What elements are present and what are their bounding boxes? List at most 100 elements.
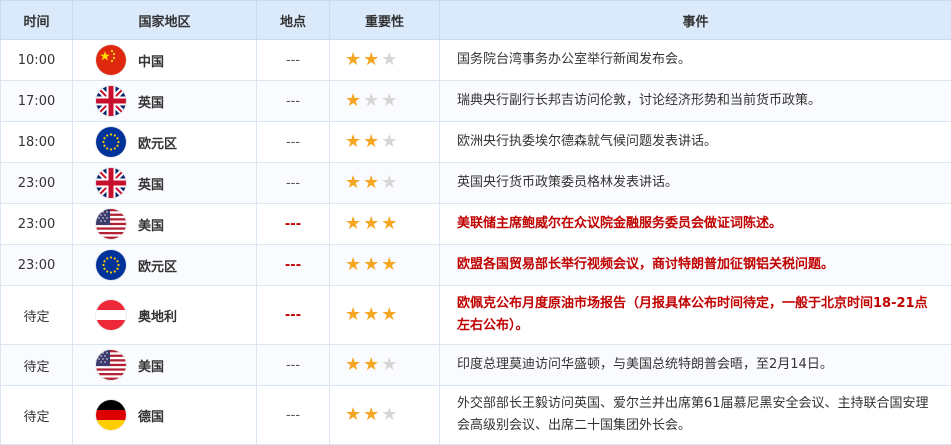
cell-time: 23:00 bbox=[1, 163, 73, 204]
star-filled-icon: ★ bbox=[381, 215, 397, 233]
star-filled-icon: ★ bbox=[363, 356, 379, 374]
table-row: 23:00 美国---★★★美联储主席鲍威尔在众议院金融服务委员会做证词陈述。 bbox=[1, 204, 951, 245]
header-region: 国家地区 bbox=[73, 1, 257, 40]
eu-flag-icon bbox=[96, 127, 126, 157]
china-flag-icon bbox=[96, 45, 126, 75]
cell-region: 美国 bbox=[73, 345, 257, 386]
star-empty-icon: ★ bbox=[381, 51, 397, 69]
star-filled-icon: ★ bbox=[363, 174, 379, 192]
star-filled-icon: ★ bbox=[363, 51, 379, 69]
star-filled-icon: ★ bbox=[345, 406, 361, 424]
header-event: 事件 bbox=[440, 1, 951, 40]
cell-event: 外交部部长王毅访问英国、爱尔兰并出席第61届慕尼黑安全会议、主持联合国安理会高级… bbox=[440, 386, 951, 445]
us-flag-icon bbox=[96, 350, 126, 380]
us-flag-icon bbox=[96, 209, 126, 239]
cell-event: 欧洲央行执委埃尔德森就气候问题发表讲话。 bbox=[440, 122, 951, 163]
cell-location: --- bbox=[257, 204, 330, 245]
cell-location: --- bbox=[257, 386, 330, 445]
cell-importance: ★★★ bbox=[330, 386, 440, 445]
cell-importance: ★★★ bbox=[330, 345, 440, 386]
cell-event: 英国央行货币政策委员格林发表讲话。 bbox=[440, 163, 951, 204]
cell-region: 美国 bbox=[73, 204, 257, 245]
star-filled-icon: ★ bbox=[345, 133, 361, 151]
table-header-row: 时间 国家地区 地点 重要性 事件 bbox=[1, 1, 951, 40]
uk-flag-icon bbox=[96, 86, 126, 116]
header-time: 时间 bbox=[1, 1, 73, 40]
cell-importance: ★★★ bbox=[330, 163, 440, 204]
star-filled-icon: ★ bbox=[381, 256, 397, 274]
table-row: 10:00 中国---★★★国务院台湾事务办公室举行新闻发布会。 bbox=[1, 40, 951, 81]
cell-location: --- bbox=[257, 345, 330, 386]
table-row: 待定 奥地利---★★★欧佩克公布月度原油市场报告（月报具体公布时间待定，一般于… bbox=[1, 286, 951, 345]
star-filled-icon: ★ bbox=[363, 256, 379, 274]
region-name: 英国 bbox=[138, 174, 164, 193]
star-filled-icon: ★ bbox=[363, 306, 379, 324]
header-location: 地点 bbox=[257, 1, 330, 40]
table-row: 23:00 英国---★★★英国央行货币政策委员格林发表讲话。 bbox=[1, 163, 951, 204]
region-name: 德国 bbox=[138, 406, 164, 425]
cell-time: 待定 bbox=[1, 286, 73, 345]
cell-time: 待定 bbox=[1, 345, 73, 386]
region-name: 英国 bbox=[138, 92, 164, 111]
cell-region: 欧元区 bbox=[73, 245, 257, 286]
star-filled-icon: ★ bbox=[381, 306, 397, 324]
star-filled-icon: ★ bbox=[345, 174, 361, 192]
cell-location: --- bbox=[257, 245, 330, 286]
eu-flag-icon bbox=[96, 250, 126, 280]
cell-event: 国务院台湾事务办公室举行新闻发布会。 bbox=[440, 40, 951, 81]
star-filled-icon: ★ bbox=[363, 133, 379, 151]
cell-importance: ★★★ bbox=[330, 245, 440, 286]
cell-importance: ★★★ bbox=[330, 204, 440, 245]
star-empty-icon: ★ bbox=[381, 356, 397, 374]
table-row: 待定 德国---★★★外交部部长王毅访问英国、爱尔兰并出席第61届慕尼黑安全会议… bbox=[1, 386, 951, 445]
star-filled-icon: ★ bbox=[345, 51, 361, 69]
star-empty-icon: ★ bbox=[381, 92, 397, 110]
cell-importance: ★★★ bbox=[330, 122, 440, 163]
table-row: 18:00 欧元区---★★★欧洲央行执委埃尔德森就气候问题发表讲话。 bbox=[1, 122, 951, 163]
cell-region: 中国 bbox=[73, 40, 257, 81]
star-empty-icon: ★ bbox=[381, 133, 397, 151]
table-row: 17:00 英国---★★★瑞典央行副行长邦吉访问伦敦，讨论经济形势和当前货币政… bbox=[1, 81, 951, 122]
star-filled-icon: ★ bbox=[363, 215, 379, 233]
cell-time: 待定 bbox=[1, 386, 73, 445]
cell-importance: ★★★ bbox=[330, 81, 440, 122]
star-filled-icon: ★ bbox=[345, 356, 361, 374]
cell-location: --- bbox=[257, 163, 330, 204]
cell-location: --- bbox=[257, 81, 330, 122]
cell-location: --- bbox=[257, 286, 330, 345]
table-row: 23:00 欧元区---★★★欧盟各国贸易部长举行视频会议，商讨特朗普加征钢铝关… bbox=[1, 245, 951, 286]
star-empty-icon: ★ bbox=[381, 174, 397, 192]
cell-region: 英国 bbox=[73, 81, 257, 122]
region-name: 欧元区 bbox=[138, 133, 177, 152]
cell-time: 18:00 bbox=[1, 122, 73, 163]
region-name: 欧元区 bbox=[138, 256, 177, 275]
cell-time: 17:00 bbox=[1, 81, 73, 122]
event-calendar-table: 时间 国家地区 地点 重要性 事件 10:00 中国---★★★国务院台湾事务办… bbox=[0, 0, 951, 445]
cell-time: 10:00 bbox=[1, 40, 73, 81]
cell-time: 23:00 bbox=[1, 204, 73, 245]
region-name: 中国 bbox=[138, 51, 164, 70]
cell-event: 印度总理莫迪访问华盛顿，与美国总统特朗普会晤，至2月14日。 bbox=[440, 345, 951, 386]
cell-region: 欧元区 bbox=[73, 122, 257, 163]
header-importance: 重要性 bbox=[330, 1, 440, 40]
star-filled-icon: ★ bbox=[363, 406, 379, 424]
cell-location: --- bbox=[257, 40, 330, 81]
region-name: 奥地利 bbox=[138, 306, 177, 325]
star-filled-icon: ★ bbox=[345, 306, 361, 324]
uk-flag-icon bbox=[96, 168, 126, 198]
star-filled-icon: ★ bbox=[345, 215, 361, 233]
cell-importance: ★★★ bbox=[330, 40, 440, 81]
cell-region: 英国 bbox=[73, 163, 257, 204]
cell-region: 奥地利 bbox=[73, 286, 257, 345]
cell-event: 欧佩克公布月度原油市场报告（月报具体公布时间待定，一般于北京时间18-21点左右… bbox=[440, 286, 951, 345]
star-filled-icon: ★ bbox=[345, 256, 361, 274]
cell-event: 欧盟各国贸易部长举行视频会议，商讨特朗普加征钢铝关税问题。 bbox=[440, 245, 951, 286]
cell-importance: ★★★ bbox=[330, 286, 440, 345]
star-filled-icon: ★ bbox=[345, 92, 361, 110]
region-name: 美国 bbox=[138, 215, 164, 234]
cell-event: 美联储主席鲍威尔在众议院金融服务委员会做证词陈述。 bbox=[440, 204, 951, 245]
cell-time: 23:00 bbox=[1, 245, 73, 286]
star-empty-icon: ★ bbox=[363, 92, 379, 110]
austria-flag-icon bbox=[96, 300, 126, 330]
star-empty-icon: ★ bbox=[381, 406, 397, 424]
